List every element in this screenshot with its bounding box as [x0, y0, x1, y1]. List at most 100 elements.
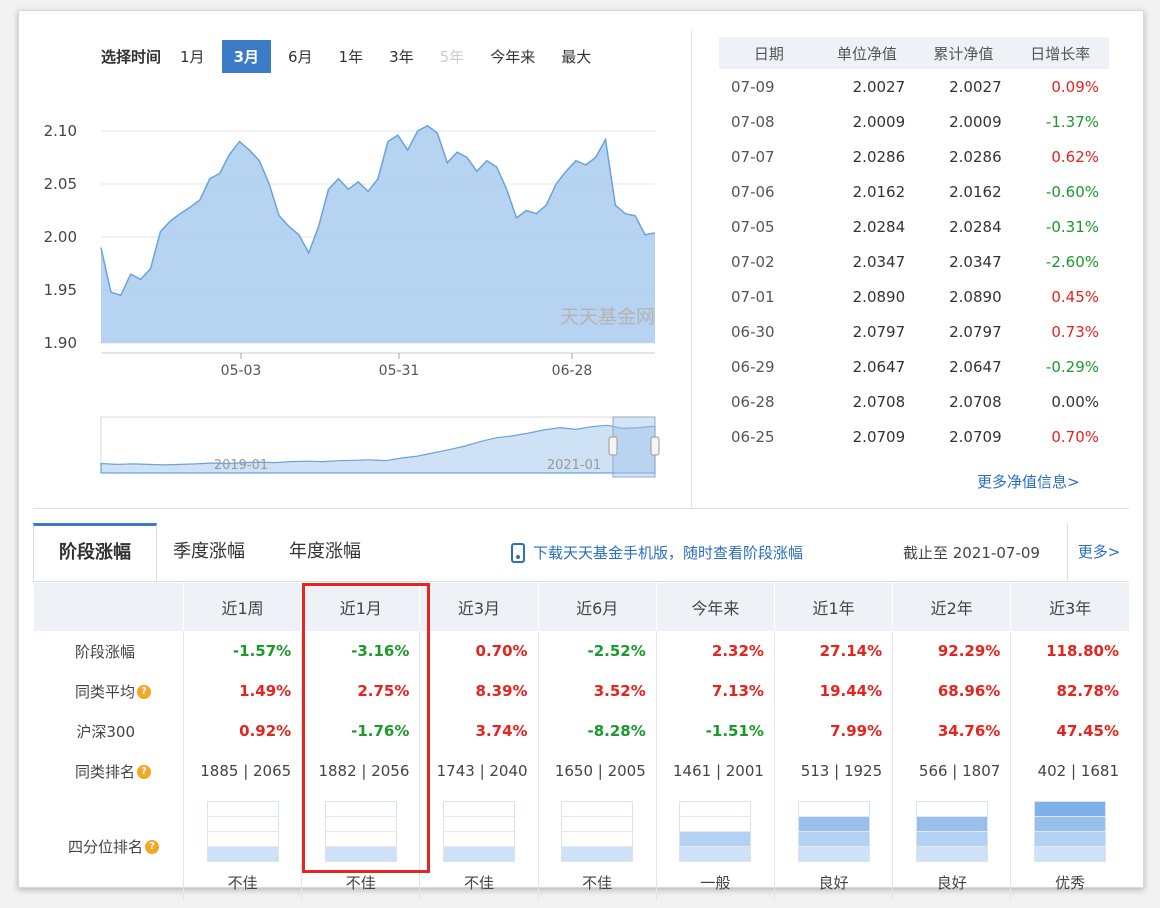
nav-row: 06-28 2.0708 2.0708 0.00% [719, 384, 1109, 419]
quartile-label: 不佳 [345, 874, 376, 892]
perf-cell: 0.70% [419, 631, 539, 671]
download-app-link[interactable]: 下载天天基金手机版，随时查看阶段涨幅 [511, 542, 803, 563]
perf-cell: -2.52% [537, 631, 657, 671]
range-option-4[interactable]: 3年 [380, 40, 423, 73]
range-option-7[interactable]: 最大 [552, 40, 600, 73]
nav-cell-date: 07-06 [731, 182, 775, 201]
range-option-2[interactable]: 6月 [279, 40, 322, 73]
perf-cell: -1.57% [182, 631, 302, 671]
perf-row: 阶段涨幅 -1.57% -3.16% 0.70% -2.52% 2.32% 27.14% 92… [34, 631, 1129, 671]
nav-cell-growth: 0.62% [1051, 147, 1099, 166]
perf-row-label: 同类排名? [34, 751, 184, 791]
perf-header-empty [33, 583, 184, 631]
nav-chart-svg[interactable]: 2.10 2.05 2.00 1.95 1.90 05-03 05-31 06-28 天天基金网… [19, 81, 679, 501]
nav-table-header: 日期 单位净值 累计净值 日增长率 [719, 37, 1109, 69]
range-option-0[interactable]: 1月 [171, 40, 214, 73]
perf-cell: 118.80% [1010, 631, 1129, 671]
y-tick-label: 2.05 [44, 175, 77, 193]
nav-cell-acc: 2.0009 [949, 112, 1002, 131]
quartile-bar [1034, 801, 1107, 862]
tab-quarter-return[interactable]: 季度涨幅 [173, 523, 245, 581]
more-button[interactable]: 更多> [1067, 523, 1130, 581]
fund-card: 选择时间 1月 3月 6月 1年 3年 5年 今年来 最大 2.10 2.05 2.00 1.95 1… [18, 10, 1144, 901]
nav-cell-acc: 2.0284 [949, 217, 1002, 236]
nav-cell-unit: 2.0027 [852, 77, 906, 96]
perf-cell: 82.78% [1010, 671, 1129, 711]
nav-cell-growth: -1.37% [1045, 112, 1099, 131]
perf-cell: 8.39% [419, 671, 539, 711]
info-icon[interactable]: ? [137, 765, 151, 779]
perf-cell: 92.29% [892, 631, 1011, 671]
overview-tick-label: 2019-01 [214, 458, 268, 473]
nav-cell-growth: -2.60% [1045, 252, 1099, 271]
perf-cell: 1885 | 2065 [182, 751, 302, 791]
perf-column-header: 近1周 [182, 583, 302, 631]
nav-cell-unit: 2.0797 [852, 322, 906, 341]
quartile-label: 不佳 [463, 874, 494, 892]
overview-tick-label: 2021-01 [547, 458, 601, 473]
quartile-bar [206, 801, 279, 862]
nav-cell-date: 07-07 [731, 147, 775, 166]
nav-cell-unit: 2.0708 [852, 392, 906, 411]
nav-cell-acc: 2.0709 [949, 427, 1002, 446]
perf-cell: 3.52% [537, 671, 657, 711]
perf-cell: 34.76% [892, 711, 1011, 751]
perf-cell: 1.49% [182, 671, 302, 711]
info-icon[interactable]: ? [137, 685, 151, 699]
nav-header-cell: 累计净值 [915, 37, 1012, 69]
info-icon[interactable]: ? [145, 840, 159, 854]
watermark: 天天基金网 [560, 306, 655, 328]
perf-cell: -8.28% [537, 711, 657, 751]
perf-row-label: 阶段涨幅 [34, 631, 184, 671]
perf-cell: 19.44% [773, 671, 893, 711]
deadline-text: 截止至 2021-07-09 [903, 544, 1040, 562]
perf-row-label-text: 阶段涨幅 [74, 642, 135, 661]
perf-cell: 0.92% [182, 711, 302, 751]
tab-year-return[interactable]: 年度涨幅 [289, 523, 361, 581]
nav-header-cell: 单位净值 [818, 37, 916, 69]
perf-cell: 7.13% [655, 671, 775, 711]
perf-row-label-text: 同类平均 [74, 682, 135, 701]
perf-row: 沪深300 0.92% -1.76% 3.74% -8.28% -1.51% 7.99% 34… [34, 711, 1129, 751]
quartile-cell: 优秀 [1010, 791, 1129, 901]
perf-row: 同类平均? 1.49% 2.75% 8.39% 3.52% 7.13% 19.44% 68.9… [34, 671, 1129, 711]
y-tick-label: 1.90 [44, 334, 77, 352]
nav-row: 06-29 2.0647 2.0647 -0.29% [719, 349, 1109, 384]
section-divider [33, 508, 1129, 509]
range-option-1[interactable]: 3月 [221, 39, 271, 73]
tab-stage-return[interactable]: 阶段涨幅 [33, 523, 157, 581]
perf-cell: 68.96% [892, 671, 1011, 711]
nav-row: 07-06 2.0162 2.0162 -0.60% [719, 174, 1109, 209]
nav-cell-growth: 0.45% [1051, 287, 1099, 306]
perf-column-header: 近2年 [892, 583, 1011, 631]
nav-cell-date: 06-25 [731, 427, 775, 446]
perf-cell: 3.74% [419, 711, 539, 751]
nav-row: 06-25 2.0709 2.0709 0.70% [719, 419, 1109, 454]
nav-cell-unit: 2.0890 [852, 287, 906, 306]
perf-cell: -1.76% [301, 711, 420, 751]
perf-cell: -3.16% [301, 631, 420, 671]
perf-cell: 566 | 1807 [892, 751, 1011, 791]
quartile-label: 良好 [936, 874, 967, 892]
quartile-label: 不佳 [582, 874, 613, 892]
nav-header-cell: 日增长率 [1011, 37, 1109, 69]
nav-cell-acc: 2.0647 [949, 357, 1002, 376]
nav-cell-unit: 2.0284 [852, 217, 906, 236]
nav-cell-growth: -0.60% [1045, 182, 1099, 201]
perf-row-label: 沪深300 [34, 711, 184, 751]
drag-handle-left[interactable] [608, 436, 618, 456]
nav-cell-unit: 2.0162 [852, 182, 906, 201]
perf-cell: 1882 | 2056 [301, 751, 420, 791]
perf-row: 同类排名? 1885 | 2065 1882 | 2056 1743 | 2040 16… [34, 751, 1129, 791]
nav-row: 07-02 2.0347 2.0347 -2.60% [719, 244, 1109, 279]
range-option-6[interactable]: 今年来 [481, 40, 544, 73]
drag-handle-right[interactable] [650, 436, 660, 456]
nav-cell-growth: 0.70% [1051, 427, 1099, 446]
perf-column-header: 今年来 [655, 583, 775, 631]
range-option-3[interactable]: 1年 [330, 40, 373, 73]
more-nav-link[interactable]: 更多净值信息> [977, 471, 1080, 492]
perf-tabs: 阶段涨幅 季度涨幅 年度涨幅 下载天天基金手机版，随时查看阶段涨幅 截止至 20… [33, 523, 1129, 582]
nav-row: 06-30 2.0797 2.0797 0.73% [719, 314, 1109, 349]
quartile-cell: 不佳 [419, 791, 539, 901]
overview-window[interactable] [612, 416, 656, 478]
